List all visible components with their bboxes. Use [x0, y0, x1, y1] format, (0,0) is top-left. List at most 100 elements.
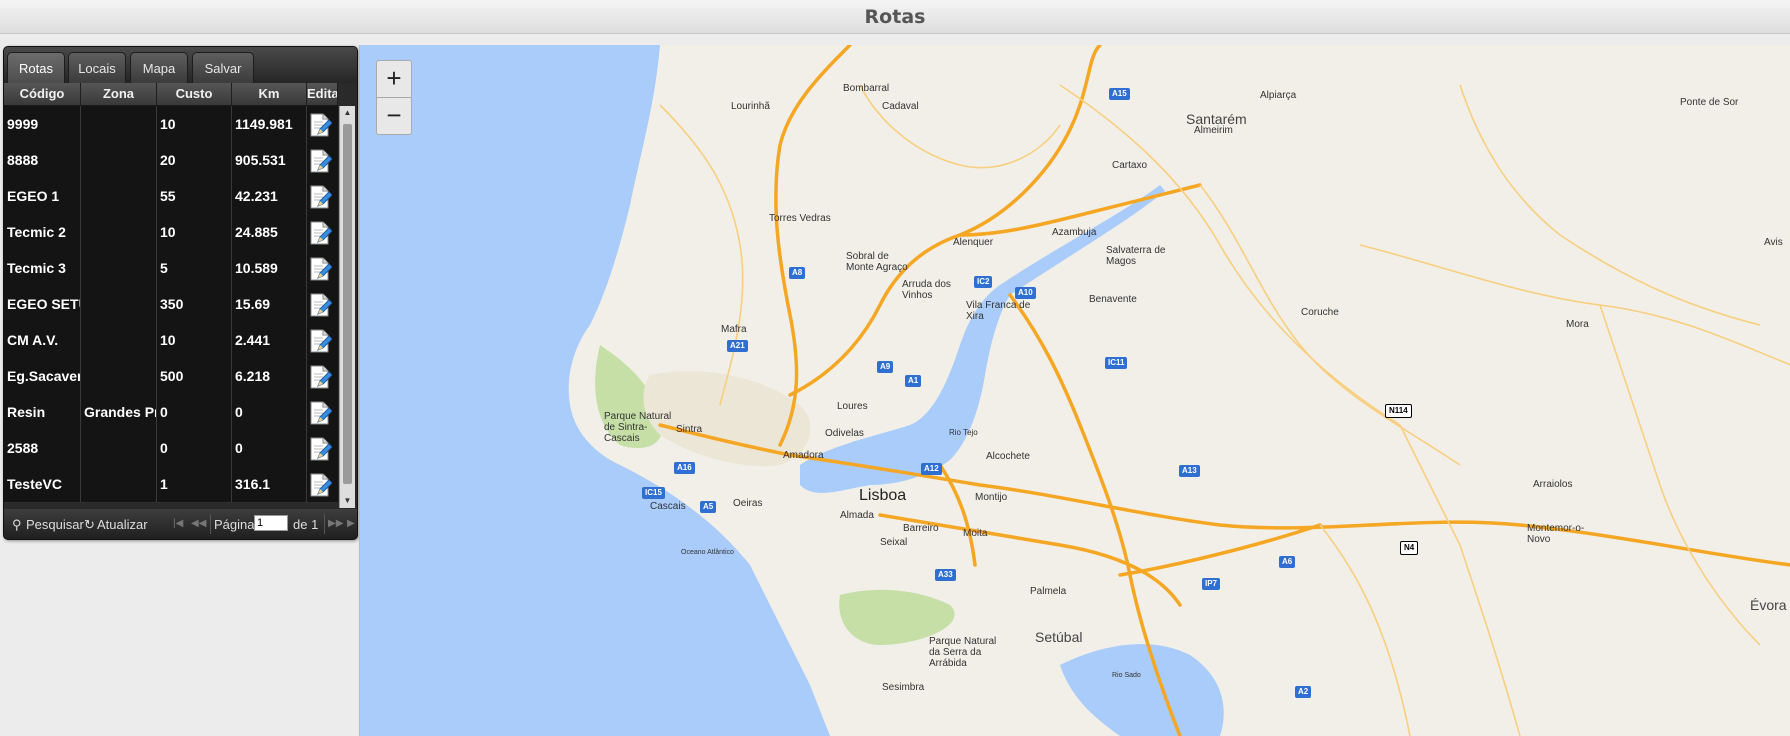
- tab-locais[interactable]: Locais: [68, 52, 126, 84]
- pager-separator: [210, 514, 211, 534]
- cell-codigo: Eg.Sacavem: [4, 358, 81, 394]
- road-shield: A13: [1179, 465, 1200, 477]
- map-label-vila-franca: Vila Franca de Xira: [966, 300, 1031, 322]
- cell-custo: 5: [157, 250, 232, 286]
- edit-icon[interactable]: [310, 473, 333, 497]
- page-label: Página: [214, 517, 255, 532]
- table-row[interactable]: Tecmic 3 5 10.589: [4, 250, 338, 287]
- zoom-in-button[interactable]: +: [376, 60, 412, 98]
- edit-icon[interactable]: [310, 293, 333, 317]
- col-header-edita[interactable]: Edita: [307, 83, 338, 105]
- zoom-control: + −: [376, 60, 412, 140]
- cell-codigo: 9999: [4, 106, 81, 142]
- routes-grid: 9999 10 1149.981 8888 20 905.531 EGEO 1 …: [4, 106, 338, 539]
- road-shield: N4: [1400, 541, 1419, 555]
- table-row[interactable]: Eg.Sacavem 500 6.218: [4, 358, 338, 395]
- cell-custo: 10: [157, 322, 232, 358]
- cell-zona: [81, 466, 157, 502]
- map-label-evora: Évora: [1750, 597, 1787, 613]
- table-row[interactable]: 8888 20 905.531: [4, 142, 338, 179]
- last-page-icon[interactable]: ▶: [347, 518, 355, 529]
- zoom-out-button[interactable]: −: [376, 97, 412, 135]
- next-page-icon[interactable]: ▶▶: [328, 518, 343, 529]
- map-label-sobral: Sobral de Monte Agraço: [846, 251, 908, 273]
- scroll-up-icon[interactable]: ▲: [340, 106, 355, 120]
- map-label-barreiro: Barreiro: [903, 523, 939, 534]
- edit-icon[interactable]: [310, 401, 333, 425]
- map-label-salvaterra: Salvaterra de Magos: [1106, 245, 1166, 267]
- map-label-cartaxo: Cartaxo: [1112, 160, 1148, 171]
- edit-icon[interactable]: [310, 437, 333, 461]
- window-titlebar: Rotas: [0, 0, 1790, 34]
- map-label-alcochete: Alcochete: [986, 451, 1030, 462]
- map-label-oceano: Oceano Atlântico: [681, 549, 734, 556]
- cell-km: 6.218: [232, 358, 307, 394]
- col-header-codigo[interactable]: Código: [4, 83, 81, 105]
- refresh-button[interactable]: Atualizar: [97, 517, 148, 532]
- col-header-zona[interactable]: Zona: [81, 83, 157, 105]
- map-label-montemor: Montemor-o- Novo: [1527, 523, 1585, 545]
- map-label-sintra: Sintra: [676, 424, 703, 435]
- tab-mapa[interactable]: Mapa: [130, 52, 188, 84]
- cell-custo: 20: [157, 142, 232, 178]
- table-row[interactable]: 9999 10 1149.981: [4, 106, 338, 143]
- table-row[interactable]: EGEO 1 55 42.231: [4, 178, 338, 215]
- map-label-rio-tejo: Rio Tejo: [949, 428, 978, 437]
- map-label-amadora: Amadora: [783, 450, 824, 461]
- map-view[interactable]: + − Santarém Almeirim Alpiarça Ponte de …: [359, 45, 1790, 736]
- col-header-km[interactable]: Km: [232, 83, 307, 105]
- cell-codigo: EGEO 1: [4, 178, 81, 214]
- first-page-icon[interactable]: |◀: [173, 518, 183, 529]
- cell-zona: [81, 286, 157, 322]
- map-label-cadaval: Cadaval: [882, 101, 919, 112]
- table-row[interactable]: EGEO SETUI 350 15.69: [4, 286, 338, 323]
- map-label-parque-arrabida: Parque Natural da Serra da Arrábida: [929, 636, 997, 669]
- map-label-arruda: Arruda dos Vinhos: [902, 279, 951, 301]
- map-label-parque-sintra: Parque Natural de Sintra- Cascais: [604, 411, 672, 444]
- table-row[interactable]: CM A.V. 10 2.441: [4, 322, 338, 359]
- cell-custo: 0: [157, 430, 232, 466]
- edit-icon[interactable]: [310, 149, 333, 173]
- tab-rotas[interactable]: Rotas: [7, 52, 65, 84]
- map-label-montijo: Montijo: [975, 492, 1008, 503]
- search-button[interactable]: Pesquisar: [26, 517, 84, 532]
- table-row[interactable]: Tecmic 2 10 24.885: [4, 214, 338, 251]
- cell-codigo: 8888: [4, 142, 81, 178]
- map-label-mora: Mora: [1566, 319, 1589, 330]
- cell-custo: 10: [157, 214, 232, 250]
- edit-icon[interactable]: [310, 113, 333, 137]
- page-count: de 1: [293, 517, 319, 532]
- edit-icon[interactable]: [310, 221, 333, 245]
- map-label-arraiolos: Arraiolos: [1533, 479, 1573, 490]
- cell-custo: 0: [157, 394, 232, 430]
- table-row[interactable]: 2588 0 0: [4, 430, 338, 467]
- scrollbar-thumb[interactable]: [343, 124, 352, 484]
- edit-icon[interactable]: [310, 329, 333, 353]
- search-icon[interactable]: ⚲: [12, 517, 22, 533]
- edit-icon[interactable]: [310, 365, 333, 389]
- road-shield: A8: [789, 267, 806, 279]
- cell-zona: [81, 358, 157, 394]
- edit-icon[interactable]: [310, 257, 333, 281]
- grid-scrollbar[interactable]: ▲ ▼: [339, 106, 355, 508]
- table-row[interactable]: Resin Grandes Pro 0 0: [4, 394, 338, 431]
- tab-salvar[interactable]: Salvar: [192, 52, 254, 84]
- scroll-down-icon[interactable]: ▼: [340, 494, 355, 508]
- road-shield: IC11: [1105, 357, 1128, 369]
- cell-km: 1149.981: [232, 106, 307, 142]
- table-row[interactable]: TesteVC 1 316.1: [4, 466, 338, 503]
- refresh-icon[interactable]: ↻: [84, 517, 95, 533]
- edit-icon[interactable]: [310, 185, 333, 209]
- cell-zona: [81, 178, 157, 214]
- prev-page-icon[interactable]: ◀◀: [191, 518, 206, 529]
- cell-codigo: TesteVC: [4, 466, 81, 502]
- cell-zona: [81, 142, 157, 178]
- map-label-avis: Avis: [1764, 237, 1783, 248]
- cell-km: 0: [232, 394, 307, 430]
- col-header-custo[interactable]: Custo: [157, 83, 232, 105]
- map-label-mafra: Mafra: [721, 324, 747, 335]
- grid-header: Código Zona Custo Km Edita: [4, 83, 338, 106]
- page-number-input[interactable]: [254, 515, 288, 531]
- map-label-oeiras: Oeiras: [733, 498, 763, 509]
- cell-zona: [81, 214, 157, 250]
